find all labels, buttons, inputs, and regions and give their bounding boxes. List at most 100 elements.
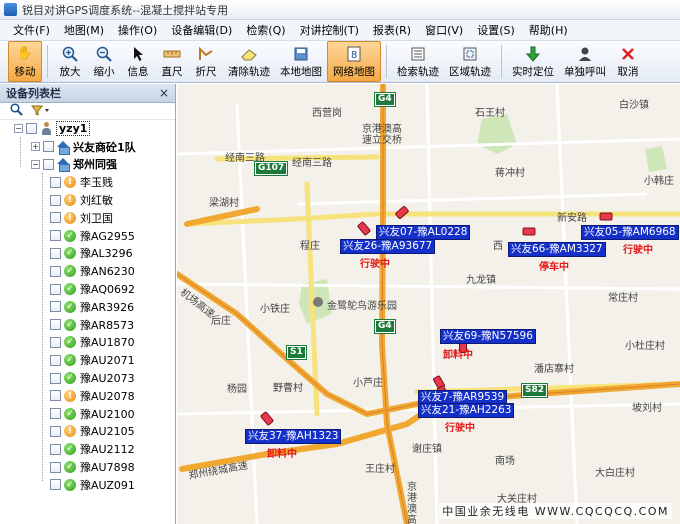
device-row[interactable]: ✓ 豫AU7898 bbox=[50, 458, 175, 476]
menu-intercom-control[interactable]: 对讲控制(T) bbox=[293, 20, 366, 41]
online-status-icon: ✓ bbox=[64, 478, 76, 491]
vehicle-label[interactable]: 兴友21-豫AH2263 bbox=[418, 403, 515, 418]
checkbox[interactable] bbox=[50, 176, 61, 188]
checkbox[interactable] bbox=[50, 443, 61, 455]
list-icon bbox=[409, 45, 427, 63]
menu-help[interactable]: 帮助(H) bbox=[522, 20, 575, 41]
vehicle-label[interactable]: 兴友26-豫A93677 bbox=[340, 239, 436, 254]
vehicle-status: 行驶中 bbox=[445, 423, 475, 434]
menu-device-edit[interactable]: 设备编辑(D) bbox=[164, 20, 239, 41]
checkbox[interactable] bbox=[50, 265, 61, 277]
checkbox[interactable] bbox=[50, 336, 61, 348]
vehicle-marker-icon[interactable] bbox=[599, 212, 613, 221]
device-row[interactable]: ✓ 豫AU2100 bbox=[50, 405, 175, 423]
device-row[interactable]: ! 刘卫国 bbox=[50, 209, 175, 227]
online-status-icon: ✓ bbox=[64, 407, 76, 420]
vehicle-label[interactable]: 兴友05-豫AM6968 bbox=[581, 225, 679, 240]
device-label: 豫AN6230 bbox=[80, 265, 135, 279]
checkbox[interactable] bbox=[50, 479, 61, 491]
search-icon[interactable] bbox=[10, 103, 23, 119]
device-row[interactable]: ! 刘红敏 bbox=[50, 191, 175, 209]
menu-operation[interactable]: 操作(O) bbox=[111, 20, 164, 41]
zoom-out-button[interactable]: 缩小 bbox=[87, 41, 121, 82]
online-status-icon: ✓ bbox=[64, 283, 76, 296]
checkbox[interactable] bbox=[50, 301, 61, 313]
device-row[interactable]: ! 李玉贱 bbox=[50, 173, 175, 191]
device-row[interactable]: ✓ 豫AR8573 bbox=[50, 316, 175, 334]
menu-search[interactable]: 检索(Q) bbox=[239, 20, 292, 41]
checkbox[interactable] bbox=[50, 319, 61, 331]
checkbox[interactable] bbox=[43, 141, 54, 153]
device-label: 豫AR8573 bbox=[80, 318, 135, 332]
device-row[interactable]: ! 豫AU2078 bbox=[50, 387, 175, 405]
checkbox[interactable] bbox=[50, 461, 61, 473]
vehicle-marker-icon[interactable] bbox=[522, 227, 536, 236]
close-icon[interactable]: × bbox=[159, 86, 169, 100]
place-label: 蒋冲村 bbox=[495, 168, 525, 179]
device-row[interactable]: ✓ 豫AQ0692 bbox=[50, 280, 175, 298]
clear-track-button[interactable]: 清除轨迹 bbox=[223, 41, 275, 82]
device-row[interactable]: ✓ 豫AN6230 bbox=[50, 262, 175, 280]
network-map-button[interactable]: 8 网络地图 bbox=[327, 41, 381, 82]
device-row[interactable]: ✓ 豫AU2073 bbox=[50, 369, 175, 387]
collapse-icon[interactable]: − bbox=[14, 124, 23, 134]
collapse-icon[interactable]: − bbox=[31, 159, 40, 169]
vehicle-label[interactable]: 兴友07-豫AL0228 bbox=[376, 225, 471, 240]
device-row[interactable]: ✓ 豫AL3296 bbox=[50, 245, 175, 263]
place-label: 石王村 bbox=[475, 108, 505, 119]
place-label: 九龙镇 bbox=[466, 275, 496, 286]
device-label: 豫AU2100 bbox=[80, 407, 135, 421]
tree-root[interactable]: − yzy1 bbox=[14, 120, 175, 138]
ruler-button[interactable]: 直尺 bbox=[155, 41, 189, 82]
checkbox[interactable] bbox=[50, 247, 61, 259]
menu-file[interactable]: 文件(F) bbox=[6, 20, 57, 41]
checkbox[interactable] bbox=[50, 390, 61, 402]
device-row[interactable]: ✓ 豫AU2071 bbox=[50, 351, 175, 369]
tree-group[interactable]: + 兴友商砼1队 bbox=[31, 138, 175, 156]
svg-text:8: 8 bbox=[351, 50, 357, 61]
vehicle-label[interactable]: 兴友66-豫AM3327 bbox=[508, 242, 606, 257]
tree-group[interactable]: − 郑州同强 bbox=[31, 156, 175, 174]
expand-icon[interactable]: + bbox=[31, 142, 40, 152]
realtime-locate-button[interactable]: 实时定位 bbox=[507, 41, 559, 82]
device-row[interactable]: ✓ 豫AG2955 bbox=[50, 227, 175, 245]
polyline-ruler-button[interactable]: 折尺 bbox=[189, 41, 223, 82]
single-call-button[interactable]: 单独呼叫 bbox=[559, 41, 611, 82]
app-icon bbox=[4, 3, 17, 16]
vehicle-label[interactable]: 兴友69-豫N57596 bbox=[440, 329, 536, 344]
vehicle-label[interactable]: 兴友37-豫AH1323 bbox=[245, 429, 342, 444]
route-shield: G4 bbox=[374, 92, 396, 107]
filter-dropdown-icon[interactable] bbox=[30, 104, 51, 119]
cancel-button[interactable]: 取消 bbox=[611, 41, 645, 82]
menu-settings[interactable]: 设置(S) bbox=[470, 20, 522, 41]
device-label: 豫AU2105 bbox=[80, 425, 135, 439]
device-row[interactable]: ! 豫AU2105 bbox=[50, 423, 175, 441]
device-label: 豫AU1870 bbox=[80, 336, 135, 350]
device-row[interactable]: ✓ 豫AU1870 bbox=[50, 334, 175, 352]
place-label: 经南三路 bbox=[292, 158, 332, 169]
zoom-in-button[interactable]: 放大 bbox=[53, 41, 87, 82]
device-row[interactable]: ✓ 豫AR3926 bbox=[50, 298, 175, 316]
map-view[interactable]: G4 G107 G4 S1 S82 西营岗 石王村 白沙镇 京港澳高速立交桥 经… bbox=[177, 84, 680, 524]
info-button[interactable]: 信息 bbox=[121, 41, 155, 82]
menu-map[interactable]: 地图(M) bbox=[57, 20, 111, 41]
checkbox[interactable] bbox=[50, 230, 61, 242]
checkbox[interactable] bbox=[50, 212, 61, 224]
checkbox[interactable] bbox=[50, 372, 61, 384]
panel-tools bbox=[0, 103, 175, 120]
checkbox[interactable] bbox=[50, 425, 61, 437]
checkbox[interactable] bbox=[43, 158, 54, 170]
search-track-button[interactable]: 检索轨迹 bbox=[392, 41, 444, 82]
checkbox[interactable] bbox=[50, 283, 61, 295]
device-row[interactable]: ✓ 豫AU2112 bbox=[50, 440, 175, 458]
menu-report[interactable]: 报表(R) bbox=[366, 20, 418, 41]
checkbox[interactable] bbox=[50, 354, 61, 366]
area-track-button[interactable]: 区域轨迹 bbox=[444, 41, 496, 82]
move-button[interactable]: ✋ 移动 bbox=[8, 41, 42, 82]
menu-window[interactable]: 窗口(V) bbox=[418, 20, 470, 41]
device-row[interactable]: ✓ 豫AUZ091 bbox=[50, 476, 175, 494]
checkbox[interactable] bbox=[26, 123, 37, 135]
local-map-button[interactable]: 本地地图 bbox=[275, 41, 327, 82]
checkbox[interactable] bbox=[50, 194, 61, 206]
checkbox[interactable] bbox=[50, 408, 61, 420]
